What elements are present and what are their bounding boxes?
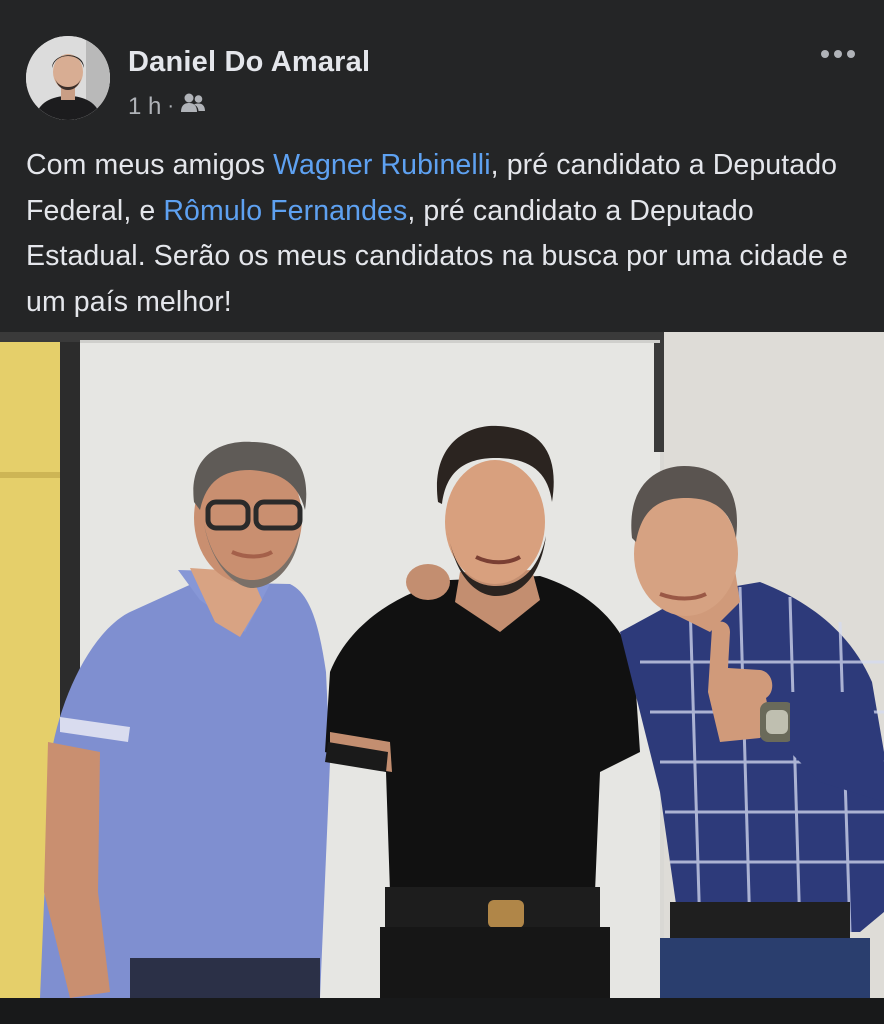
post-text: Com meus amigos Wagner Rubinelli, pré ca… (26, 143, 866, 325)
author-name[interactable]: Daniel Do Amaral (128, 46, 370, 79)
mention-romulo-fernandes[interactable]: Rômulo Fernandes (163, 195, 407, 227)
meta-separator: · (167, 95, 175, 117)
post-footer-divider (0, 998, 884, 1024)
friends-icon[interactable] (180, 92, 206, 121)
more-options-icon[interactable] (818, 42, 858, 66)
text-segment: Com meus amigos (26, 149, 274, 181)
photo-image (0, 332, 884, 998)
avatar-image (26, 36, 110, 120)
post-header: Daniel Do Amaral 1 h · (0, 0, 884, 128)
post-time[interactable]: 1 h (128, 93, 161, 121)
mention-wagner-rubinelli[interactable]: Wagner Rubinelli (273, 149, 491, 181)
post-meta: 1 h · (128, 92, 206, 121)
author-avatar[interactable] (26, 36, 110, 120)
post-photo[interactable] (0, 332, 884, 998)
facebook-post: Daniel Do Amaral 1 h · Com meus amigos W (0, 0, 884, 1024)
